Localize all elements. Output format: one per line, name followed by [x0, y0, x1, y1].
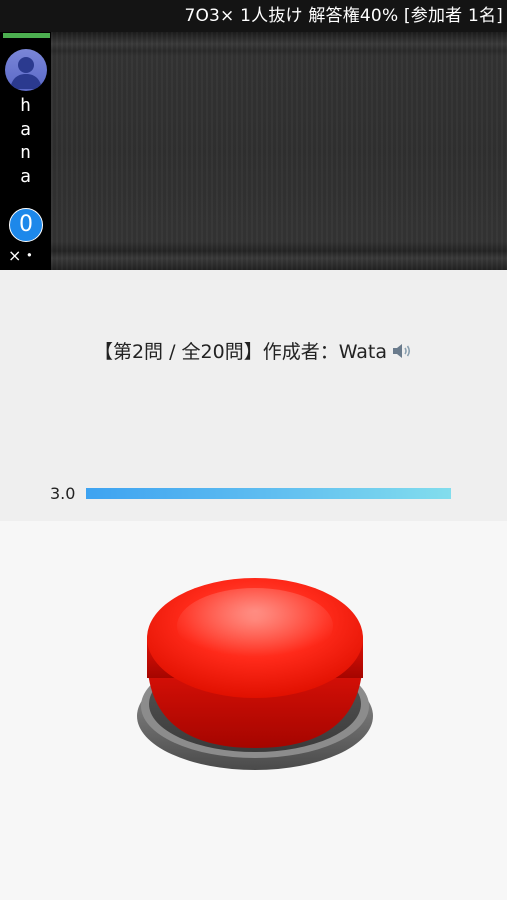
score-badge: 0: [9, 208, 43, 242]
player-name-char: n: [20, 142, 31, 163]
buzzer-button[interactable]: [134, 576, 376, 771]
rule-bar: 7O3× 1人抜け 解答権40% [参加者 1名]: [0, 0, 507, 32]
quiz-app: 7O3× 1人抜け 解答権40% [参加者 1名] h a n a 0 ×・ 【…: [0, 0, 507, 900]
timer-value: 3.0: [50, 484, 76, 503]
question-header-text: 【第2問 / 全20問】作成者：Wata: [93, 341, 388, 363]
player-name: h a n a: [0, 94, 51, 188]
buzzer-area: [0, 521, 507, 900]
stage-area: h a n a 0 ×・: [0, 32, 507, 270]
player-column: h a n a 0 ×・: [0, 32, 51, 270]
question-video-area: [51, 32, 507, 270]
speaker-icon[interactable]: [391, 341, 413, 369]
question-header: 【第2問 / 全20問】作成者：Wata: [0, 338, 507, 369]
rule-text: 7O3× 1人抜け 解答権40% [参加者 1名]: [184, 6, 503, 26]
active-player-indicator: [3, 33, 50, 38]
timer-bar-fill: [86, 488, 451, 499]
user-avatar-icon: [5, 49, 47, 91]
player-name-char: a: [20, 165, 31, 187]
question-panel: 【第2問 / 全20問】作成者：Wata 3.0: [0, 270, 507, 521]
miss-count: ×・: [8, 246, 38, 265]
timer-bar: [86, 488, 451, 499]
player-name-char: h: [20, 95, 31, 116]
player-name-char: a: [20, 118, 31, 140]
